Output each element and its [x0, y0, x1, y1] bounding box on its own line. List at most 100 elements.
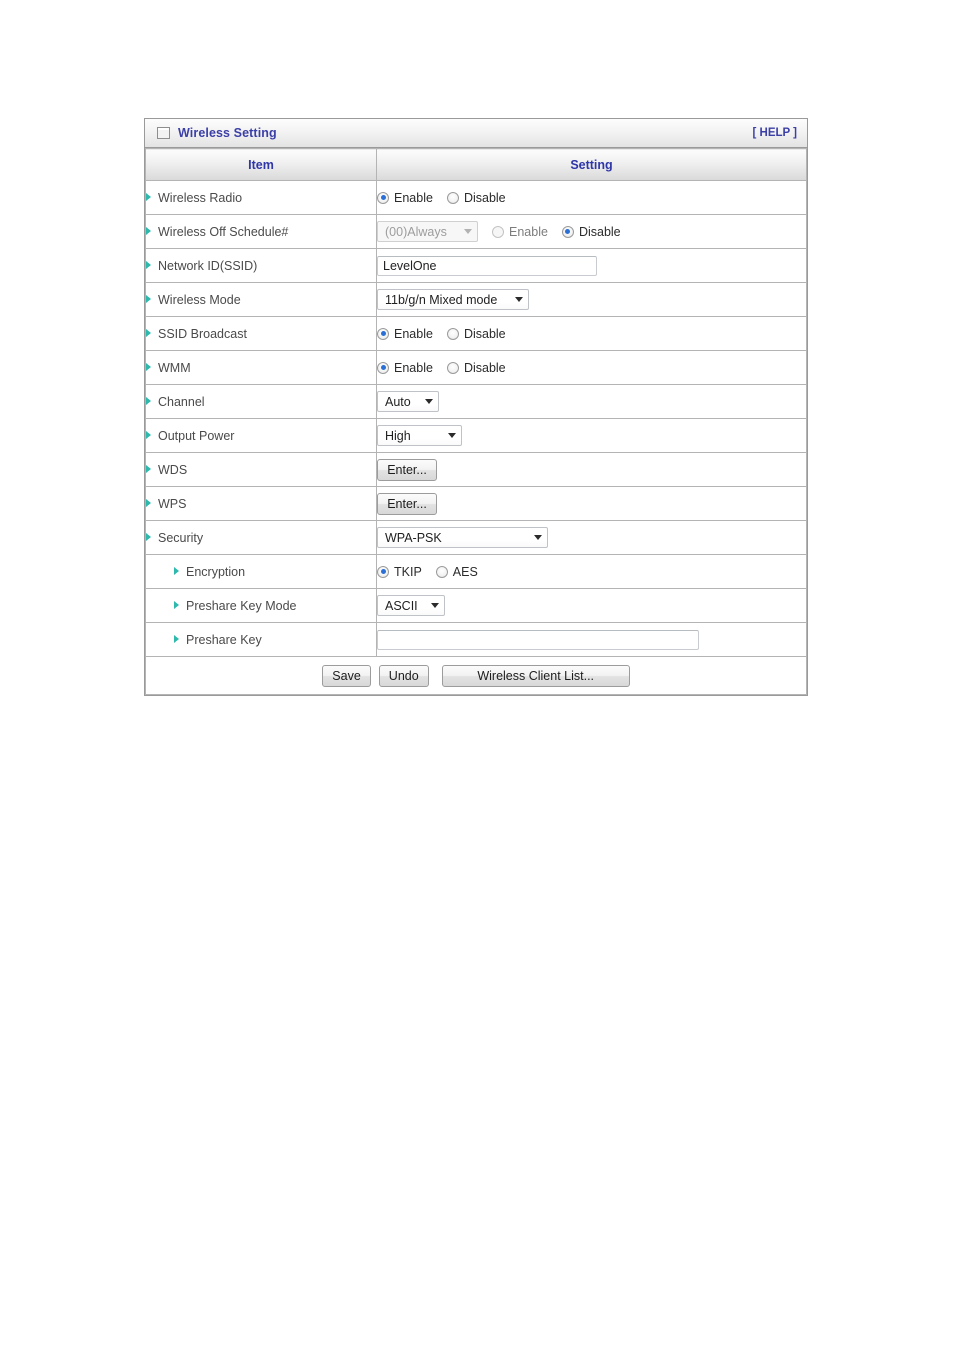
row-label-text: WPS	[158, 496, 187, 511]
radio-label: Enable	[394, 326, 433, 341]
radio-indicator	[492, 225, 504, 238]
radio-tkip-encryption[interactable]: TKIP	[377, 565, 422, 579]
table-row: Preshare Key	[145, 622, 807, 657]
radio-label: Enable	[394, 360, 433, 375]
radio-disable-wireless-radio[interactable]: Disable	[446, 190, 506, 205]
radio-label: AES	[452, 564, 478, 579]
row-label-text: Wireless Radio	[158, 190, 243, 205]
table-header-row: Item Setting	[145, 148, 807, 181]
radio-enable-wireless-radio[interactable]: Enable	[377, 191, 433, 205]
table-row: Wireless Radio Enable Disable	[145, 180, 807, 215]
radio-enable-wmm[interactable]: Enable	[377, 361, 433, 375]
select-value: High	[385, 428, 411, 443]
input-network-idssid[interactable]	[377, 255, 597, 276]
control-wrap	[377, 629, 806, 650]
select-preshare-key-mode[interactable]: ASCII	[377, 595, 445, 616]
table-footer-row: Save Undo Wireless Client List...	[145, 656, 807, 695]
table-row: SSID Broadcast Enable Disable	[145, 316, 807, 351]
radio-indicator	[377, 565, 389, 578]
row-label-output-power: Output Power	[145, 418, 377, 453]
radio-label: Disable	[578, 224, 621, 239]
triangle-bullet-icon	[146, 294, 151, 303]
column-header-item: Item	[145, 148, 377, 181]
radio-indicator	[377, 191, 389, 204]
select-value: 11b/g/n Mixed mode	[385, 292, 498, 307]
enter-button-wps[interactable]: Enter...	[377, 492, 437, 515]
chevron-down-icon	[464, 229, 472, 234]
control-wrap: 11b/g/n Mixed mode	[377, 289, 806, 310]
input-preshare-key[interactable]	[377, 629, 699, 650]
wireless-client-list-button[interactable]: Wireless Client List...	[441, 664, 630, 687]
radio-indicator	[377, 361, 389, 374]
table-row: Preshare Key Mode ASCII	[145, 588, 807, 623]
row-label-text: Security	[158, 530, 204, 545]
row-label-text: Wireless Mode	[158, 292, 241, 307]
row-label-preshare-key-mode: Preshare Key Mode	[145, 588, 377, 623]
row-label-preshare-key: Preshare Key	[145, 622, 377, 657]
table-row: Channel Auto	[145, 384, 807, 419]
radio-label: Disable	[463, 360, 506, 375]
select-channel[interactable]: Auto	[377, 391, 439, 412]
radio-disable-ssid-broadcast[interactable]: Disable	[446, 326, 506, 341]
row-setting-wmm: Enable Disable	[376, 350, 807, 385]
row-label-wireless-off-schedule: Wireless Off Schedule#	[145, 214, 377, 249]
radio-label: Disable	[463, 190, 506, 205]
radio-disable-wmm[interactable]: Disable	[446, 360, 506, 375]
row-label-wmm: WMM	[145, 350, 377, 385]
row-label-text: Network ID(SSID)	[158, 258, 258, 273]
triangle-bullet-icon	[146, 396, 151, 405]
row-setting-wireless-mode: 11b/g/n Mixed mode	[376, 282, 807, 317]
select-output-power[interactable]: High	[377, 425, 462, 446]
row-label-wds: WDS	[145, 452, 377, 487]
select-security[interactable]: WPA-PSK	[377, 527, 548, 548]
radio-indicator	[446, 361, 459, 374]
triangle-bullet-icon	[174, 634, 179, 643]
save-button[interactable]: Save	[322, 664, 371, 687]
table-row: Encryption TKIP AES	[145, 554, 807, 589]
radio-label: Enable	[394, 190, 433, 205]
enter-button-wds[interactable]: Enter...	[377, 458, 437, 481]
radio-indicator	[446, 191, 459, 204]
row-label-wps: WPS	[145, 486, 377, 521]
row-label-text: WDS	[158, 462, 188, 477]
triangle-bullet-icon	[146, 464, 151, 473]
undo-button[interactable]: Undo	[378, 664, 429, 687]
radio-enable-ssid-broadcast[interactable]: Enable	[377, 327, 433, 341]
triangle-bullet-icon	[146, 328, 151, 337]
select-wireless-off-schedule: (00)Always	[377, 221, 478, 242]
triangle-bullet-icon	[174, 566, 179, 575]
wireless-settings-table: Item Setting Wireless Radio Enable Disable…	[145, 148, 807, 695]
control-wrap: WPA-PSK	[377, 527, 806, 548]
row-label-encryption: Encryption	[145, 554, 377, 589]
triangle-bullet-icon	[146, 192, 151, 201]
chevron-down-icon	[448, 433, 456, 438]
radio-indicator	[446, 327, 459, 340]
radio-label: Enable	[509, 224, 548, 239]
triangle-bullet-icon	[146, 532, 151, 541]
panel-titlebar: Wireless Setting [ HELP ]	[145, 119, 807, 148]
chevron-down-icon	[431, 603, 439, 608]
window-restore-icon	[157, 127, 170, 139]
table-row: Network ID(SSID)	[145, 248, 807, 283]
table-row: Output Power High	[145, 418, 807, 453]
row-label-security: Security	[145, 520, 377, 555]
control-wrap	[377, 255, 806, 276]
row-setting-wireless-radio: Enable Disable	[376, 180, 807, 215]
row-label-text: Preshare Key	[186, 632, 262, 647]
row-label-channel: Channel	[145, 384, 377, 419]
radio-label: Disable	[463, 326, 506, 341]
actions-cell: Save Undo Wireless Client List...	[145, 656, 807, 695]
row-setting-channel: Auto	[376, 384, 807, 419]
row-setting-preshare-key	[376, 622, 807, 657]
radio-aes-encryption[interactable]: AES	[435, 564, 478, 579]
row-setting-security: WPA-PSK	[376, 520, 807, 555]
help-link[interactable]: [ HELP ]	[752, 127, 797, 139]
table-row: WPS Enter...	[145, 486, 807, 521]
radio-disable-wireless-off-schedule[interactable]: Disable	[561, 224, 621, 239]
table-row: Wireless Mode 11b/g/n Mixed mode	[145, 282, 807, 317]
action-button-group: Save Undo Wireless Client List...	[146, 664, 806, 687]
row-label-wireless-radio: Wireless Radio	[145, 180, 377, 215]
row-label-text: Output Power	[158, 428, 235, 443]
select-wireless-mode[interactable]: 11b/g/n Mixed mode	[377, 289, 529, 310]
control-wrap: Enter...	[377, 492, 806, 515]
